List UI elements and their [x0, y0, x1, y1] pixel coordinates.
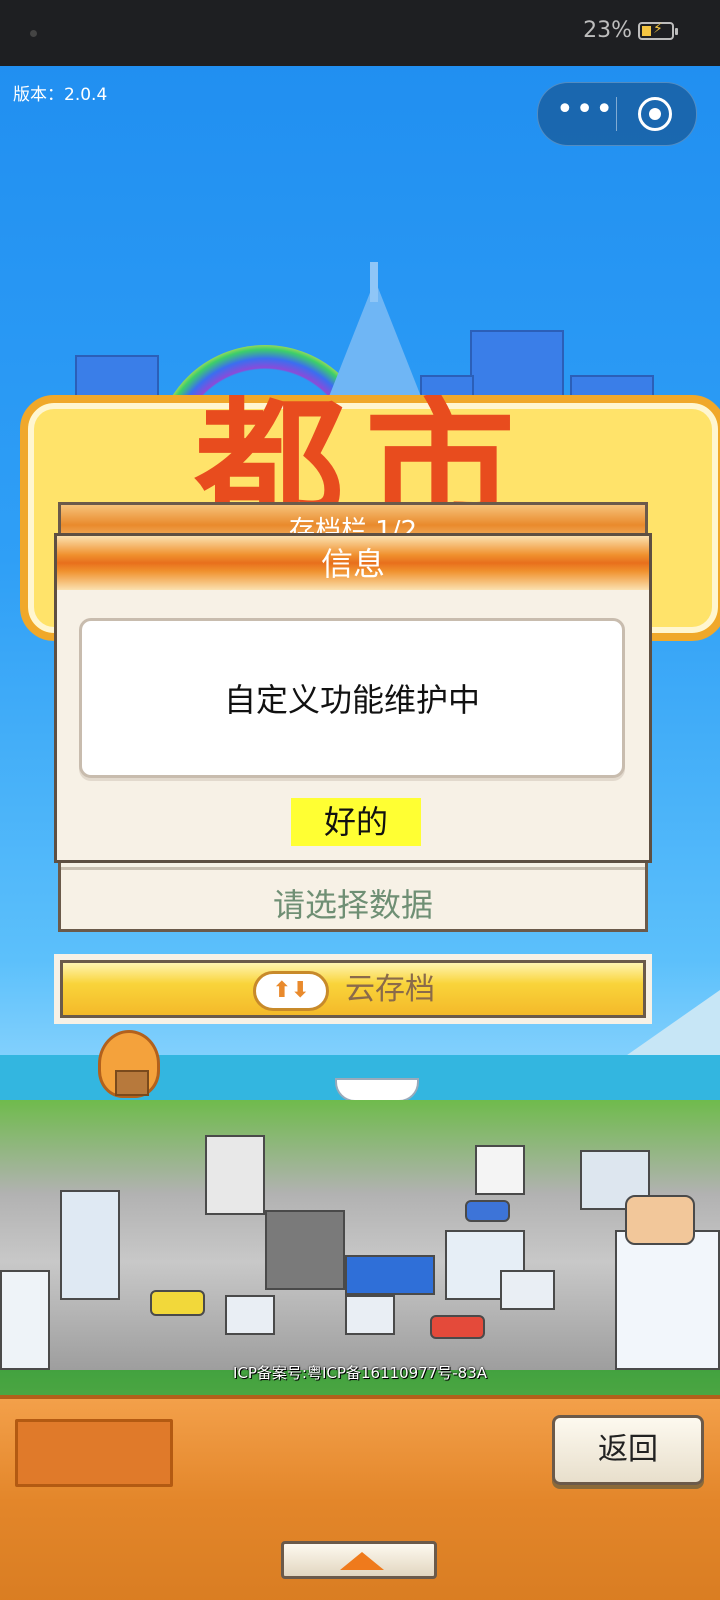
blue-car: [465, 1200, 510, 1222]
tower-spire: [370, 262, 378, 302]
status-bar: 23% ⚡: [0, 0, 720, 66]
battery-icon: ⚡: [638, 21, 678, 40]
delivery-truck: [225, 1295, 275, 1335]
cloud-save-label: 云存档: [345, 972, 435, 1007]
city-building: [60, 1190, 120, 1300]
delivery-truck: [345, 1295, 395, 1335]
city-building: [345, 1255, 435, 1295]
target-circle-icon[interactable]: [638, 97, 672, 131]
cruise-ship: [335, 1078, 419, 1102]
charging-icon: ⚡: [653, 21, 663, 37]
expand-menu-button[interactable]: [281, 1541, 437, 1579]
city-building: [205, 1135, 265, 1215]
back-button[interactable]: 返回: [552, 1415, 704, 1485]
arrow-up-icon: [340, 1552, 384, 1570]
yellow-taxi: [150, 1290, 205, 1316]
info-message: 自定义功能维护中: [79, 618, 625, 778]
select-data-prompt[interactable]: 请选择数据: [61, 867, 645, 930]
bottom-bar: 返回: [0, 1395, 720, 1600]
logo-text: 都市: [194, 395, 535, 505]
red-car: [430, 1315, 485, 1339]
npc-characters: [625, 1195, 695, 1245]
ok-button[interactable]: 好的: [291, 798, 421, 846]
city-scene: [0, 1100, 720, 1370]
icp-notice: ICP备案号:粤ICP备16110977号-83A: [232, 1364, 488, 1382]
capsule-divider: [616, 97, 617, 131]
delivery-truck: [500, 1270, 555, 1310]
status-indicator-dot: [30, 30, 37, 37]
bottom-info-panel: [15, 1419, 173, 1487]
battery-percent: 23%: [583, 18, 632, 43]
city-building: [615, 1230, 720, 1370]
version-label: 版本：2.0.4: [13, 85, 108, 105]
city-building: [265, 1210, 345, 1290]
info-dialog-title: 信息: [57, 536, 649, 590]
cloud-sync-icon: ⬆⬇: [253, 971, 329, 1011]
game-screen: 23% ⚡ 版本：2.0.4 ••• 都市 ICP备案号:粤ICP备161109…: [0, 0, 720, 1600]
city-building: [475, 1145, 525, 1195]
more-dots-icon[interactable]: •••: [556, 95, 613, 131]
balloon-basket: [115, 1070, 149, 1096]
city-building: [0, 1270, 50, 1370]
miniprogram-capsule: •••: [537, 82, 697, 146]
info-dialog: 信息 自定义功能维护中 好的: [54, 533, 652, 863]
cloud-save-button[interactable]: ⬆⬇ 云存档: [54, 954, 652, 1024]
